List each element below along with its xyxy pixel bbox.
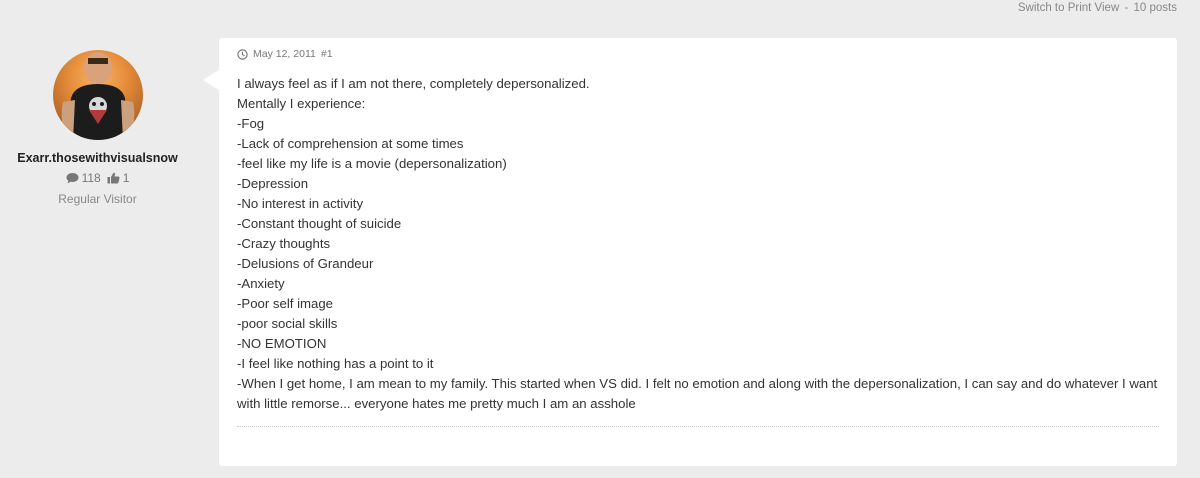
post-line: -I feel like nothing has a point to it (237, 356, 434, 371)
likes-stat: 1 (107, 171, 130, 185)
post-line: -Lack of comprehension at some times (237, 136, 464, 151)
post-meta: May 12, 2011 #1 (237, 48, 333, 60)
clock-icon (237, 48, 248, 60)
post-line: -NO EMOTION (237, 336, 327, 351)
post-count: 10 posts (1133, 2, 1177, 14)
thumbs-up-icon (107, 172, 120, 184)
post-line: with little remorse... everyone hates me… (237, 396, 636, 411)
post-line: -feel like my life is a movie (depersona… (237, 156, 507, 171)
post-line: -Constant thought of suicide (237, 216, 402, 231)
post-divider (237, 426, 1159, 427)
comment-icon (66, 173, 79, 184)
author-stats: 118 1 (0, 171, 195, 185)
post-line: -Depression (237, 176, 309, 191)
post-line: -Poor self image (237, 296, 334, 311)
post-card: May 12, 2011 #1 I always feel as if I am… (203, 38, 1177, 466)
post-line: -poor social skills (237, 316, 338, 331)
author-name[interactable]: Exarr.thosewithvisualsnow (0, 151, 195, 165)
author-rank: Regular Visitor (58, 192, 137, 206)
post-number[interactable]: #1 (321, 48, 333, 60)
post-line: -Anxiety (237, 276, 285, 291)
post-line: -Fog (237, 116, 265, 131)
author-panel: Exarr.thosewithvisualsnow 118 1 Regular … (0, 50, 195, 206)
print-view-link[interactable]: Switch to Print View (1018, 2, 1119, 14)
post-line: -When I get home, I am mean to my family… (237, 376, 1158, 391)
post-line: I always feel as if I am not there, comp… (237, 76, 590, 91)
avatar[interactable] (52, 50, 143, 140)
post-body: I always feel as if I am not there, comp… (237, 74, 1159, 414)
topbar-separator: - (1124, 2, 1129, 14)
topbar: Switch to Print View - 10 posts (1018, 2, 1177, 14)
post-date[interactable]: May 12, 2011 (253, 48, 316, 60)
comments-stat: 118 (66, 171, 101, 185)
likes-count: 1 (122, 171, 130, 185)
post-line: -Crazy thoughts (237, 236, 331, 251)
comments-count: 118 (81, 171, 101, 185)
post-line: -No interest in activity (237, 196, 364, 211)
post-line: -Delusions of Grandeur (237, 256, 374, 271)
post-line: Mentally I experience: (237, 96, 366, 111)
avatar-image (61, 52, 134, 140)
